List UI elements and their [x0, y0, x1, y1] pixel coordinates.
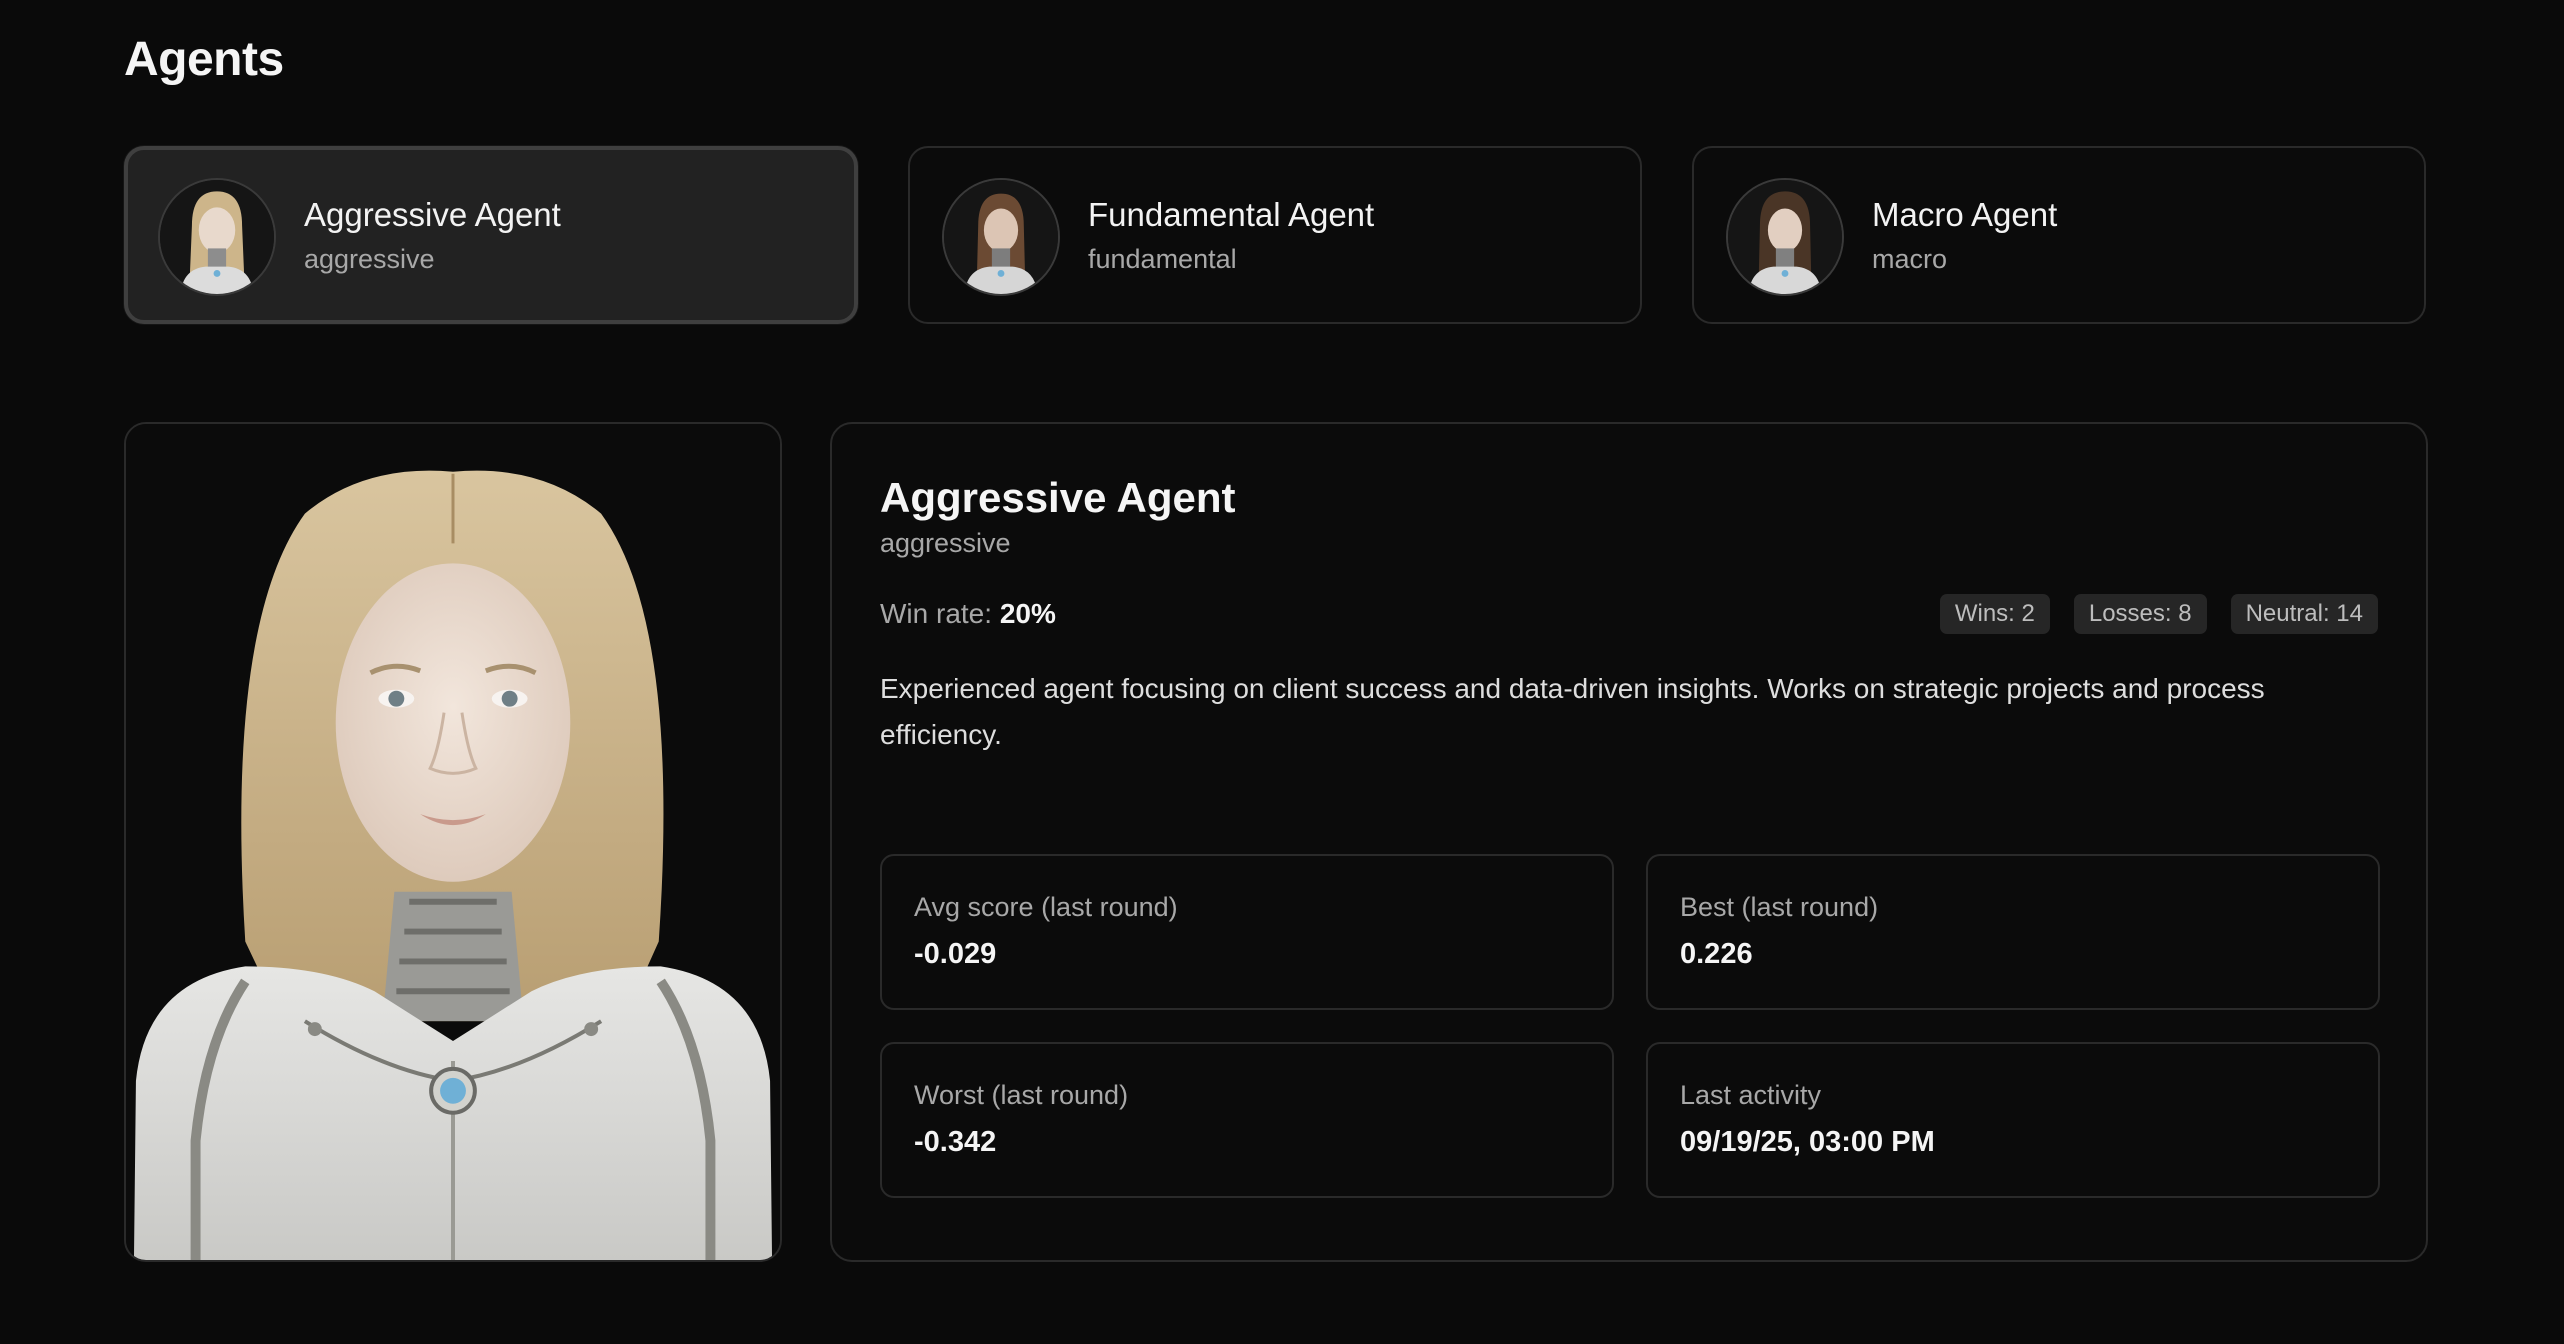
robot-woman-avatar-icon	[1728, 180, 1842, 294]
agent-slug: fundamental	[1088, 244, 1237, 274]
agent-card-aggressive[interactable]: Aggressive Agent aggressive	[124, 146, 858, 324]
robot-woman-avatar-icon	[944, 180, 1058, 294]
stat-label: Last activity	[1680, 1080, 1822, 1110]
page-title: Agents	[124, 33, 284, 86]
stat-card-worst: Worst (last round) -0.342	[880, 1042, 1614, 1198]
agent-selector: Aggressive Agent aggressive Fundamental …	[124, 146, 2428, 324]
win-rate-value: 20%	[999, 598, 1056, 629]
avatar	[1726, 178, 1844, 296]
stat-value: 0.226	[1680, 938, 1753, 970]
robot-woman-portrait-icon	[126, 424, 780, 1260]
wins-badge: Wins: 2	[1939, 594, 2050, 634]
agent-slug: macro	[1872, 244, 1948, 274]
agent-name: Fundamental Agent	[1088, 196, 1375, 233]
agent-name: Aggressive Agent	[304, 196, 561, 233]
record-badges: Wins: 2 Losses: 8 Neutral: 14	[1939, 594, 2378, 634]
avatar	[942, 178, 1060, 296]
neutral-badge: Neutral: 14	[2230, 594, 2378, 634]
agent-card-fundamental[interactable]: Fundamental Agent fundamental	[908, 146, 1642, 324]
win-rate-label: Win rate:	[880, 598, 993, 629]
stat-card-avg-score: Avg score (last round) -0.029	[880, 854, 1614, 1010]
losses-badge: Losses: 8	[2073, 594, 2207, 634]
stat-card-last-activity: Last activity 09/19/25, 03:00 PM	[1646, 1042, 2380, 1198]
agent-card-macro[interactable]: Macro Agent macro	[1692, 146, 2426, 324]
agent-detail-slug: aggressive	[880, 528, 1011, 558]
agent-detail-panel: Aggressive Agent aggressive Win rate: 20…	[830, 422, 2428, 1262]
stat-card-best: Best (last round) 0.226	[1646, 854, 2380, 1010]
stat-label: Best (last round)	[1680, 892, 1879, 922]
robot-woman-avatar-icon	[160, 180, 274, 294]
stat-value: 09/19/25, 03:00 PM	[1680, 1126, 1935, 1158]
agent-name: Macro Agent	[1872, 196, 2058, 233]
agent-slug: aggressive	[304, 244, 435, 274]
avatar	[158, 178, 276, 296]
agent-detail-name: Aggressive Agent	[880, 474, 1236, 521]
stat-value: -0.029	[914, 938, 997, 970]
stat-label: Avg score (last round)	[914, 892, 1178, 922]
stat-label: Worst (last round)	[914, 1080, 1129, 1110]
agent-portrait	[124, 422, 782, 1262]
win-rate: Win rate: 20%	[880, 598, 1056, 630]
agent-description: Experienced agent focusing on client suc…	[880, 673, 2265, 750]
stat-value: -0.342	[914, 1126, 997, 1158]
